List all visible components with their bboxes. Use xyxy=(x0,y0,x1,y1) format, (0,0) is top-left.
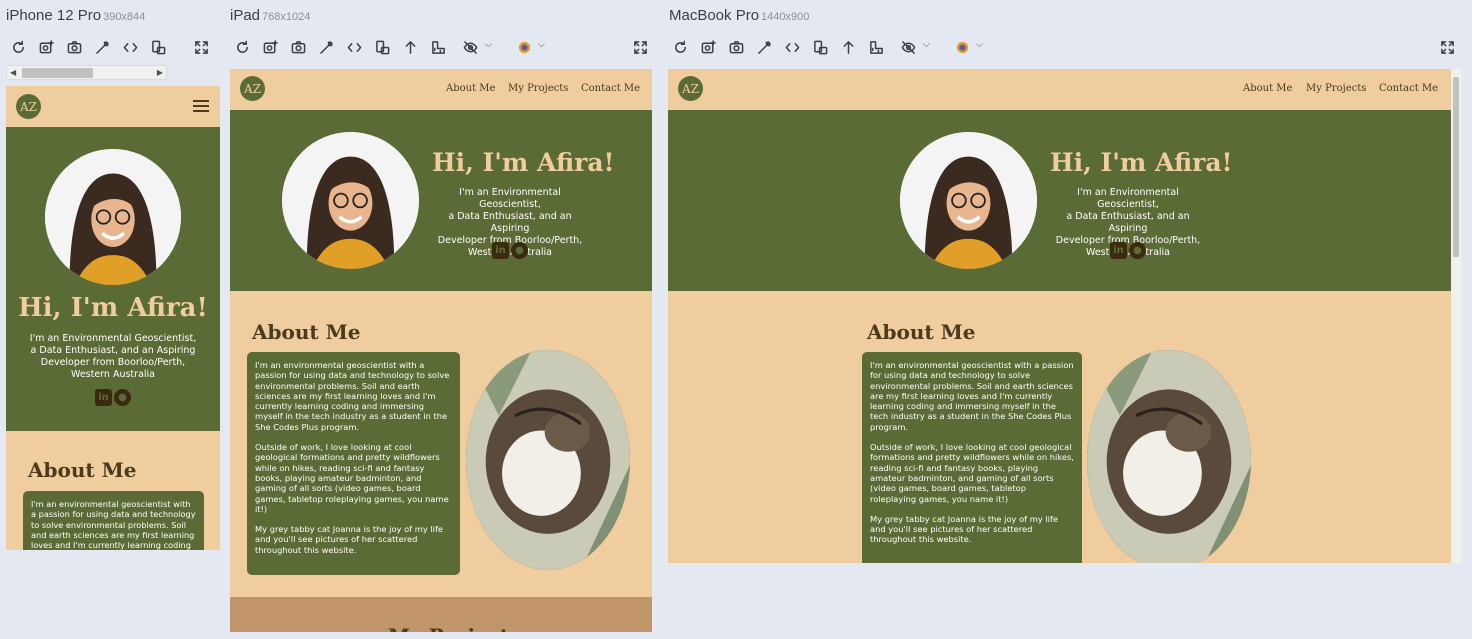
iphone-viewport: AZ Hi, I'm Afira! I'm an Environmental G… xyxy=(6,86,220,550)
toolbar-iphone xyxy=(9,38,209,58)
ruler-icon[interactable] xyxy=(867,38,885,56)
screenshot-full-icon[interactable] xyxy=(37,38,55,56)
projects-title: My Projects xyxy=(388,624,520,632)
horizontal-scrollbar[interactable]: ◀ ▶ xyxy=(6,65,167,80)
linkedin-icon[interactable]: in xyxy=(95,389,112,406)
scroll-left-icon[interactable]: ◀ xyxy=(10,66,16,79)
eyedropper-icon[interactable] xyxy=(755,38,773,56)
github-icon[interactable]: ● xyxy=(511,242,528,259)
hamburger-menu-icon[interactable] xyxy=(193,100,209,112)
eyedropper-icon[interactable] xyxy=(93,38,111,56)
site-logo[interactable]: AZ xyxy=(16,94,41,119)
rotate-device-icon[interactable] xyxy=(149,38,167,56)
device-title-macbook: MacBook Pro 1440x900 xyxy=(669,7,810,24)
code-icon[interactable] xyxy=(121,38,139,56)
social-links: in ● xyxy=(492,242,528,259)
scroll-up-icon[interactable] xyxy=(401,38,419,56)
toolbar-ipad: ⌵ ⌵ xyxy=(233,38,653,58)
github-icon[interactable]: ● xyxy=(1129,242,1146,259)
hero-section: Hi, I'm Afira! I'm an Environmental Geos… xyxy=(6,127,220,431)
nav-contact-me[interactable]: Contact Me xyxy=(1379,83,1438,94)
nav-my-projects[interactable]: My Projects xyxy=(1306,83,1366,94)
about-title: About Me xyxy=(867,320,976,344)
projects-section: My Projects xyxy=(230,597,652,632)
screenshot-full-icon[interactable] xyxy=(699,38,717,56)
hero-title: Hi, I'm Afira! xyxy=(432,148,615,177)
about-card: I'm an environmental geoscientist with a… xyxy=(247,352,460,575)
code-icon[interactable] xyxy=(345,38,363,56)
nav-my-projects[interactable]: My Projects xyxy=(508,83,568,94)
color-filter-icon[interactable] xyxy=(953,38,971,56)
navbar: AZ About Me My Projects Contact Me xyxy=(230,69,652,110)
rotate-device-icon[interactable] xyxy=(811,38,829,56)
site-logo[interactable]: AZ xyxy=(678,76,703,101)
code-icon[interactable] xyxy=(783,38,801,56)
hide-icon[interactable] xyxy=(461,38,479,56)
linkedin-icon[interactable]: in xyxy=(1110,242,1127,259)
navbar: AZ xyxy=(6,86,220,127)
refresh-icon[interactable] xyxy=(671,38,689,56)
hide-icon[interactable] xyxy=(899,38,917,56)
hero-subtitle: I'm an Environmental Geoscientist, a Data… xyxy=(29,333,197,380)
profile-photo xyxy=(900,132,1037,269)
chevron-down-icon[interactable]: ⌵ xyxy=(976,39,983,50)
nav-about-me[interactable]: About Me xyxy=(446,83,495,94)
camera-icon[interactable] xyxy=(289,38,307,56)
refresh-icon[interactable] xyxy=(233,38,251,56)
device-title-ipad: iPad 768x1024 xyxy=(230,7,311,24)
about-card: I'm an environmental geoscientist with a… xyxy=(23,491,204,550)
screenshot-full-icon[interactable] xyxy=(261,38,279,56)
about-title: About Me xyxy=(28,458,137,482)
github-icon[interactable]: ● xyxy=(114,389,131,406)
about-title: About Me xyxy=(252,320,361,344)
profile-photo xyxy=(45,149,181,285)
nav-contact-me[interactable]: Contact Me xyxy=(581,83,640,94)
hero-section: Hi, I'm Afira! I'm an Environmental Geos… xyxy=(230,110,652,291)
chevron-down-icon[interactable]: ⌵ xyxy=(485,39,492,50)
macbook-viewport: AZ About Me My Projects Contact Me Hi, I… xyxy=(668,69,1461,563)
eyedropper-icon[interactable] xyxy=(317,38,335,56)
cat-photo xyxy=(466,350,630,570)
about-card: I'm an environmental geoscientist with a… xyxy=(862,352,1082,563)
social-links: in ● xyxy=(1110,242,1146,259)
nav-about-me[interactable]: About Me xyxy=(1243,83,1292,94)
fullscreen-icon[interactable] xyxy=(631,38,649,56)
camera-icon[interactable] xyxy=(727,38,745,56)
hero-title: Hi, I'm Afira! xyxy=(1050,148,1233,177)
color-filter-icon[interactable] xyxy=(515,38,533,56)
social-links: in ● xyxy=(95,389,131,406)
scrollbar-thumb[interactable] xyxy=(22,68,93,78)
camera-icon[interactable] xyxy=(65,38,83,56)
scroll-right-icon[interactable]: ▶ xyxy=(157,66,163,79)
ipad-viewport: AZ About Me My Projects Contact Me Hi, I… xyxy=(230,69,652,632)
linkedin-icon[interactable]: in xyxy=(492,242,509,259)
hero-section: Hi, I'm Afira! I'm an Environmental Geos… xyxy=(668,110,1461,291)
ruler-icon[interactable] xyxy=(429,38,447,56)
toolbar-macbook: ⌵ ⌵ xyxy=(671,38,1461,58)
chevron-down-icon[interactable]: ⌵ xyxy=(923,39,930,50)
scroll-up-icon[interactable] xyxy=(839,38,857,56)
site-logo[interactable]: AZ xyxy=(240,76,265,101)
navbar: AZ About Me My Projects Contact Me xyxy=(668,69,1461,110)
rotate-device-icon[interactable] xyxy=(373,38,391,56)
chevron-down-icon[interactable]: ⌵ xyxy=(538,39,545,50)
vertical-scrollbar[interactable] xyxy=(1451,69,1461,563)
fullscreen-icon[interactable] xyxy=(1438,38,1456,56)
fullscreen-icon[interactable] xyxy=(192,38,210,56)
profile-photo xyxy=(282,132,419,269)
hero-title: Hi, I'm Afira! xyxy=(18,293,208,323)
scrollbar-thumb[interactable] xyxy=(1453,77,1459,257)
refresh-icon[interactable] xyxy=(9,38,27,56)
device-title-iphone: iPhone 12 Pro 390x844 xyxy=(6,7,146,24)
cat-photo xyxy=(1087,350,1251,563)
